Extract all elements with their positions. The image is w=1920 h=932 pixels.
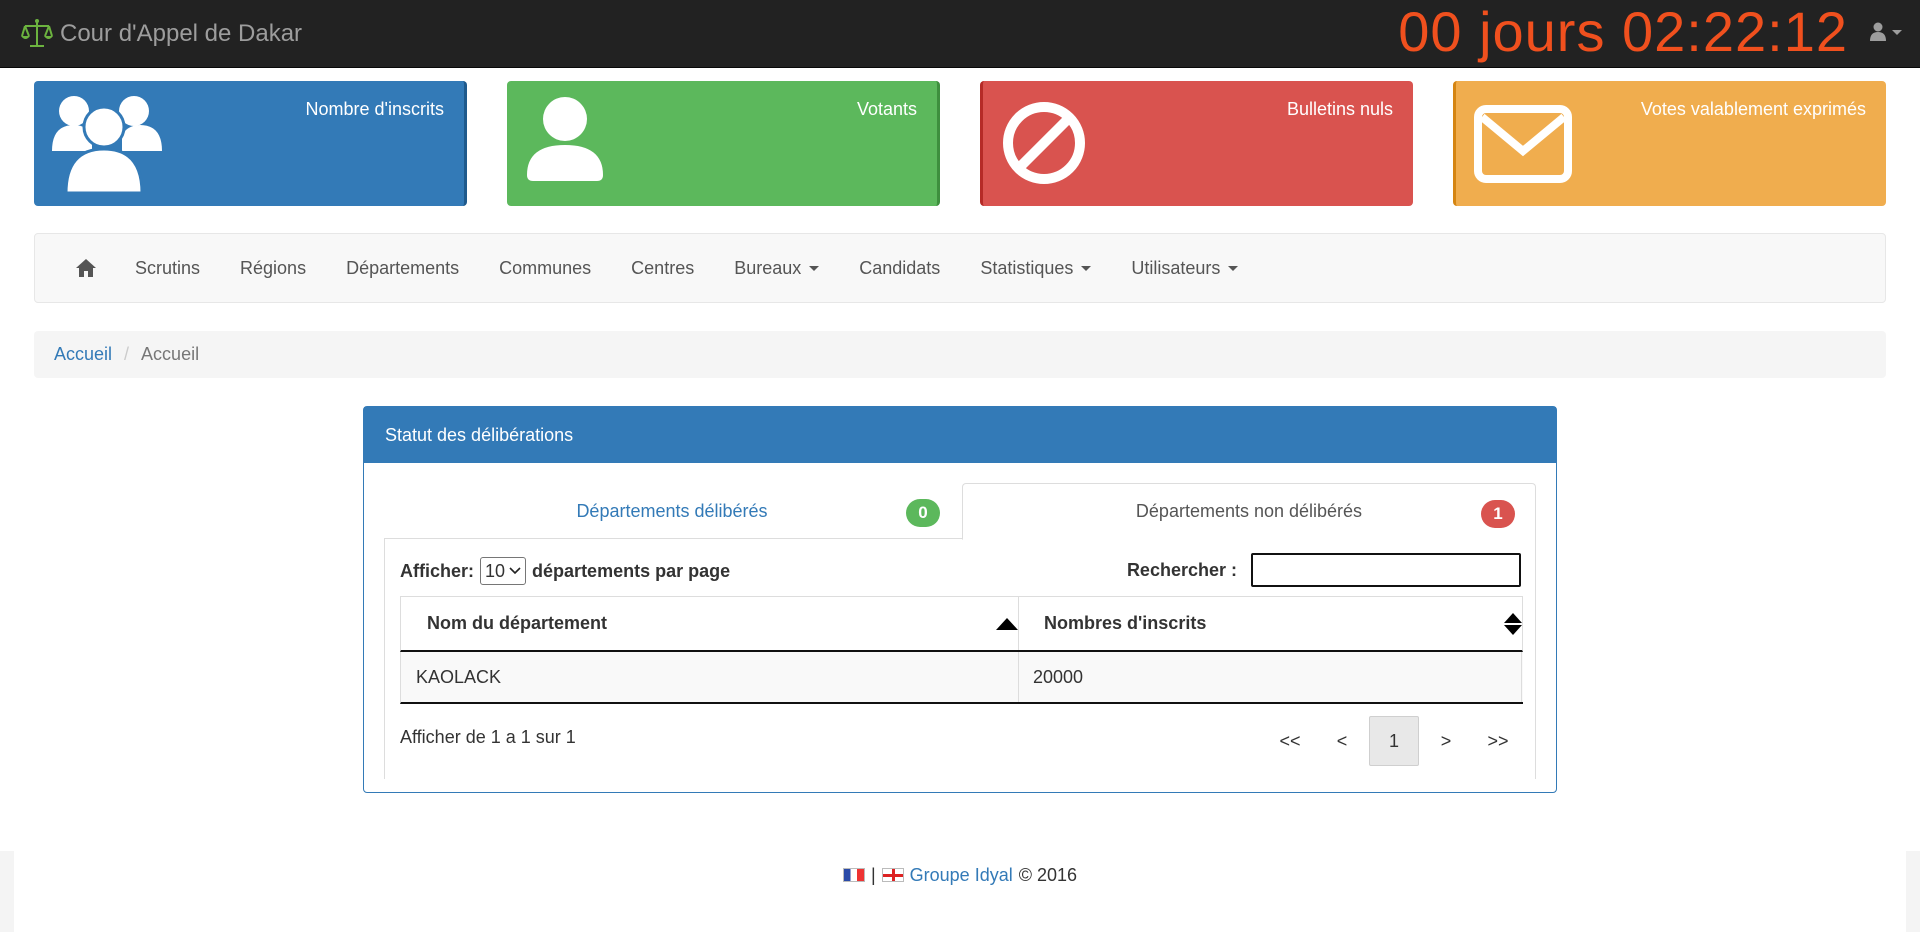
tile-null-ballots: Bulletins nuls bbox=[980, 81, 1413, 206]
nav-item-centres[interactable]: Centres bbox=[631, 258, 694, 279]
table-cell: KAOLACK bbox=[401, 652, 1019, 702]
department-tabs: Départements délibérés 0 Départements no… bbox=[384, 483, 1536, 540]
pager-next-button[interactable]: > bbox=[1421, 716, 1471, 766]
breadcrumb: Accueil / Accueil bbox=[34, 331, 1886, 378]
tab-departements-non-deliberes[interactable]: Départements non délibérés 1 bbox=[962, 483, 1536, 540]
footer-frame bbox=[1906, 851, 1920, 932]
tab-label: Départements non délibérés bbox=[1135, 501, 1363, 521]
top-navbar: Cour d'Appel de Dakar 00 jours 02:22:12 bbox=[0, 0, 1920, 68]
flag-en-icon[interactable] bbox=[881, 868, 904, 882]
deliberation-status-panel: Statut des délibérations Départements dé… bbox=[363, 406, 1557, 793]
breadcrumb-separator: / bbox=[124, 344, 130, 364]
pager-first-button[interactable]: << bbox=[1265, 716, 1315, 766]
user-menu-toggle[interactable] bbox=[1870, 22, 1902, 42]
table-info: Afficher de 1 a 1 sur 1 bbox=[400, 727, 576, 747]
nav-item-departements[interactable]: Départements bbox=[346, 258, 459, 279]
chevron-down-icon bbox=[1892, 29, 1902, 35]
tile-title: Votes valablement exprimés bbox=[1640, 99, 1866, 119]
table-search: Rechercher : bbox=[1127, 553, 1521, 587]
table-header: Nom du département Nombres d'inscrits bbox=[400, 596, 1523, 652]
column-header-registered-count[interactable]: Nombres d'inscrits bbox=[1019, 597, 1522, 650]
home-icon bbox=[76, 259, 96, 277]
chevron-down-icon bbox=[1081, 265, 1092, 271]
nav-item-label: Communes bbox=[499, 257, 592, 278]
sort-asc-icon bbox=[996, 618, 1018, 630]
nav-item-regions[interactable]: Régions bbox=[240, 258, 306, 279]
datatable-wrapper: Afficher: 10 départements par page Reche… bbox=[384, 539, 1536, 779]
column-header-label: Nombres d'inscrits bbox=[1044, 613, 1207, 633]
table-row[interactable]: KAOLACK 20000 bbox=[400, 652, 1523, 704]
search-label: Rechercher : bbox=[1126, 559, 1237, 580]
nav-item-label: Candidats bbox=[859, 257, 941, 278]
sort-both-icon bbox=[1504, 613, 1522, 635]
main-nav: Scrutins Régions Départements Communes C… bbox=[34, 233, 1886, 303]
nav-item-utilisateurs[interactable]: Utilisateurs bbox=[1131, 257, 1239, 279]
nav-item-label: Bureaux bbox=[734, 257, 802, 278]
breadcrumb-link-home[interactable]: Accueil bbox=[54, 344, 112, 365]
nav-home[interactable] bbox=[75, 258, 97, 278]
column-header-label: Nom du département bbox=[427, 613, 608, 633]
user-icon bbox=[1870, 22, 1886, 41]
nav-item-label: Centres bbox=[631, 257, 695, 278]
pager-prev-button[interactable]: < bbox=[1317, 716, 1367, 766]
tab-label: Départements délibérés bbox=[576, 501, 768, 521]
footer-copyright: © 2016 bbox=[1018, 864, 1078, 885]
pagination: << < 1 > >> bbox=[1263, 716, 1523, 766]
breadcrumb-current: Accueil bbox=[141, 344, 200, 364]
flag-fr-icon[interactable] bbox=[842, 868, 865, 882]
chevron-down-icon bbox=[809, 265, 820, 271]
countdown-timer: 00 jours 02:22:12 bbox=[1398, 0, 1848, 63]
tab-departements-deliberes[interactable]: Départements délibérés 0 bbox=[384, 483, 960, 540]
length-prefix-label: Afficher: bbox=[400, 560, 475, 581]
column-header-department-name[interactable]: Nom du département bbox=[401, 597, 1019, 650]
users-icon bbox=[52, 96, 162, 193]
envelope-icon bbox=[1474, 105, 1572, 183]
nav-item-label: Scrutins bbox=[135, 257, 201, 278]
page-length-control: Afficher: 10 départements par page bbox=[400, 557, 730, 585]
tile-title: Bulletins nuls bbox=[1286, 99, 1393, 119]
nav-item-candidats[interactable]: Candidats bbox=[859, 258, 940, 279]
nav-item-label: Statistiques bbox=[980, 257, 1074, 278]
chevron-down-icon bbox=[1228, 265, 1239, 271]
tile-voters: Votants bbox=[507, 81, 940, 206]
nav-item-communes[interactable]: Communes bbox=[499, 258, 591, 279]
table-cell: 20000 bbox=[1019, 652, 1522, 702]
app-title: Cour d'Appel de Dakar bbox=[60, 20, 303, 47]
length-suffix-label: départements par page bbox=[532, 560, 731, 581]
count-badge: 1 bbox=[1481, 500, 1515, 528]
panel-title: Statut des délibérations bbox=[364, 407, 1556, 463]
footer-separator: | bbox=[870, 864, 876, 885]
pager-page-button[interactable]: 1 bbox=[1369, 716, 1419, 766]
nav-item-label: Utilisateurs bbox=[1131, 257, 1221, 278]
footer-frame bbox=[0, 851, 14, 932]
tile-registered: Nombre d'inscrits bbox=[34, 81, 467, 206]
search-input[interactable] bbox=[1251, 553, 1521, 587]
ban-icon bbox=[1003, 102, 1085, 184]
footer-company-link[interactable]: Groupe Idyal bbox=[910, 865, 1013, 886]
nav-item-label: Régions bbox=[240, 257, 307, 278]
footer: | Groupe Idyal © 2016 bbox=[14, 851, 1906, 932]
count-badge: 0 bbox=[906, 499, 940, 527]
page-length-value: 10 bbox=[485, 560, 506, 581]
nav-item-statistiques[interactable]: Statistiques bbox=[980, 257, 1092, 279]
chevron-down-icon bbox=[509, 567, 521, 575]
pager-last-button[interactable]: >> bbox=[1473, 716, 1523, 766]
nav-item-scrutins[interactable]: Scrutins bbox=[135, 258, 200, 279]
app-brand[interactable]: Cour d'Appel de Dakar bbox=[20, 17, 302, 51]
user-icon bbox=[527, 97, 603, 181]
nav-item-bureaux[interactable]: Bureaux bbox=[734, 257, 820, 279]
tile-title: Votants bbox=[856, 99, 917, 119]
tile-title: Nombre d'inscrits bbox=[305, 99, 444, 119]
nav-item-label: Départements bbox=[346, 257, 460, 278]
scale-icon bbox=[21, 19, 53, 47]
page-length-select[interactable]: 10 bbox=[480, 557, 527, 585]
departments-table: Nom du département Nombres d'inscrits KA… bbox=[400, 596, 1523, 704]
tile-valid-votes: Votes valablement exprimés bbox=[1453, 81, 1886, 206]
